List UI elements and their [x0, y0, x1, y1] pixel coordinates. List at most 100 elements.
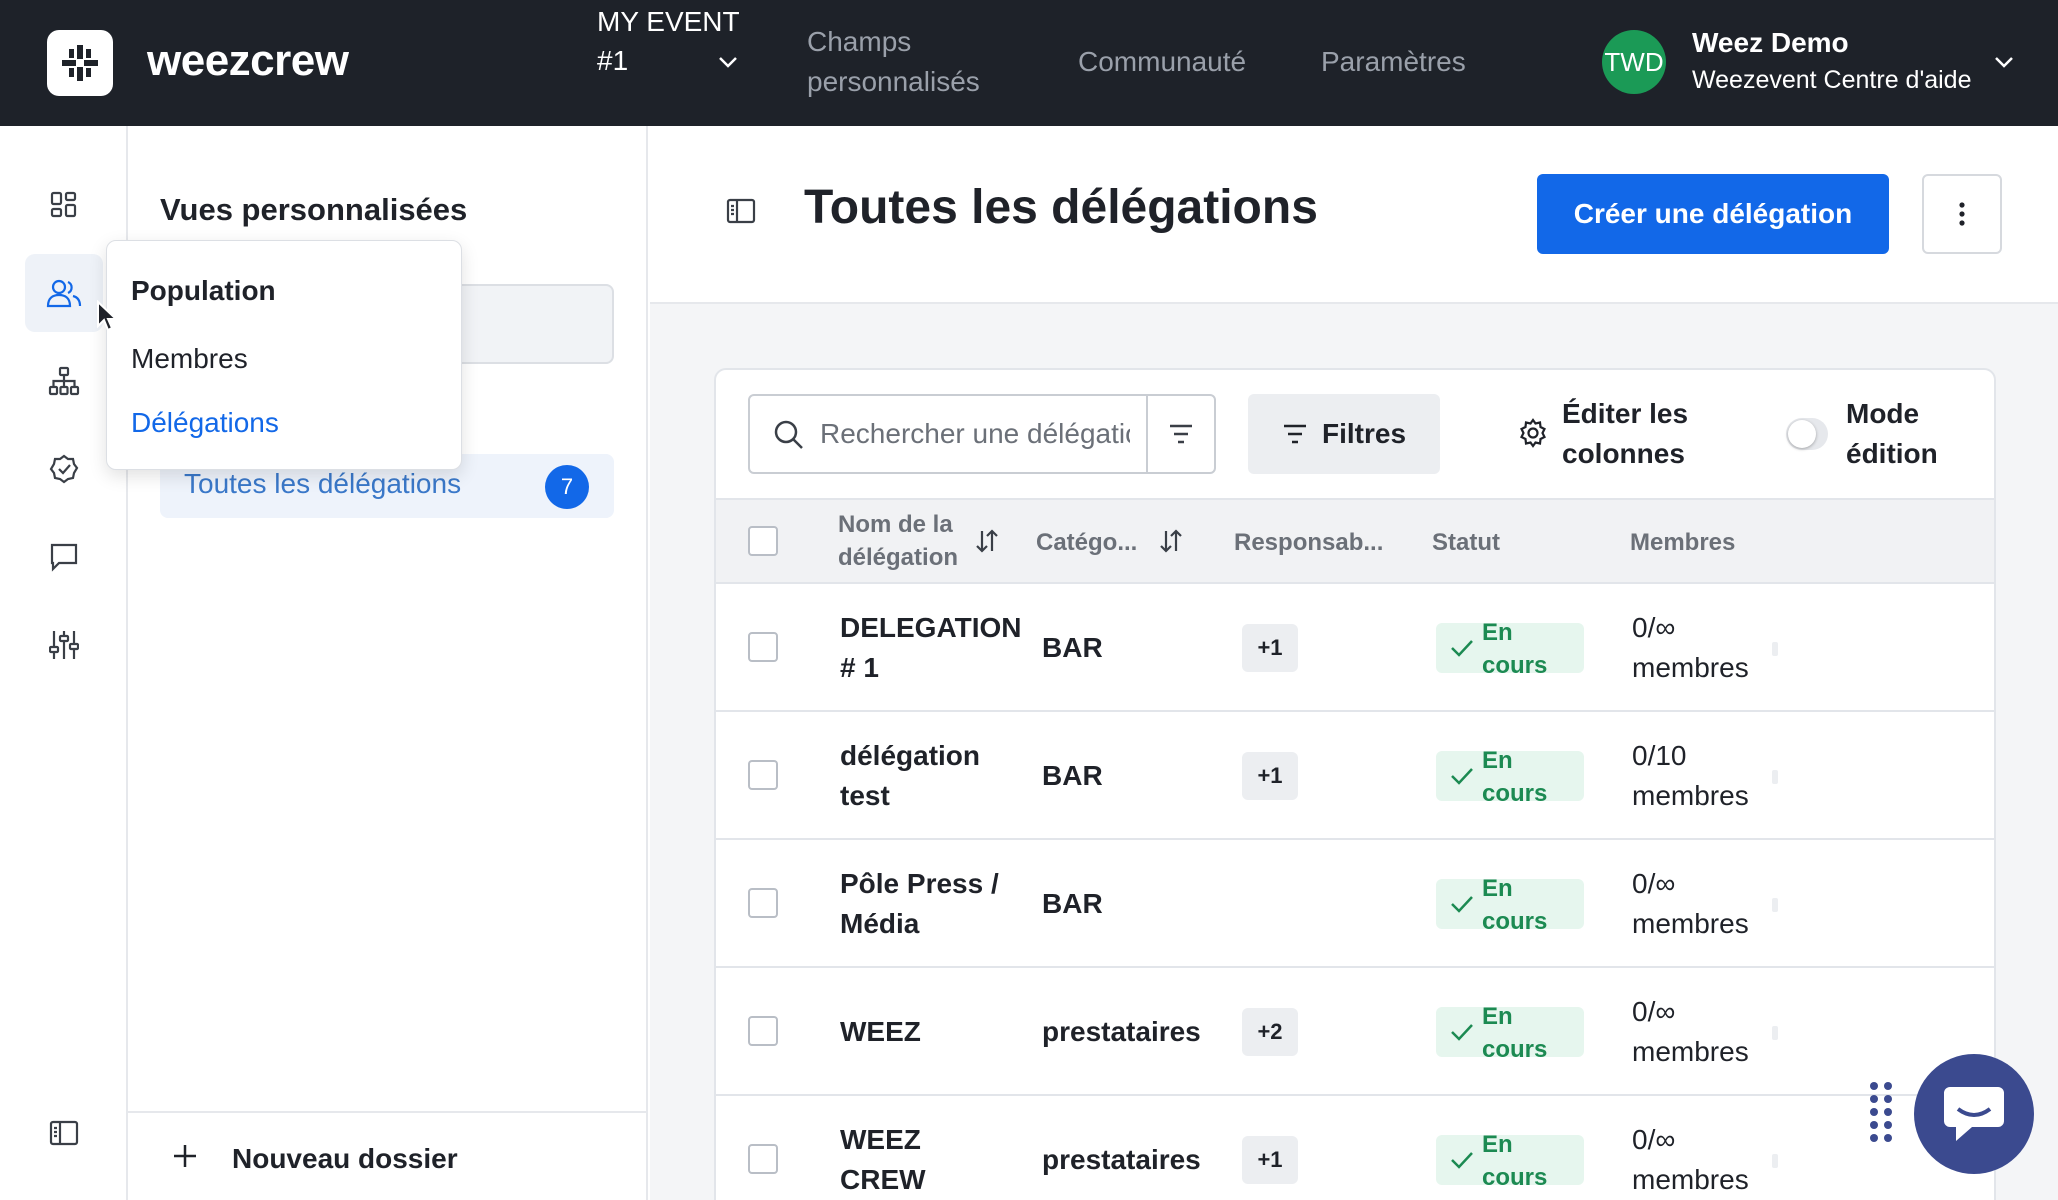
sort-arrows-icon[interactable] — [974, 528, 1000, 554]
panel-toggle-icon — [49, 1120, 79, 1146]
select-all-checkbox[interactable] — [748, 526, 778, 556]
page-title: Toutes les délégations — [804, 181, 1318, 234]
check-icon — [1451, 1024, 1473, 1041]
views-footer: Nouveau dossier — [128, 1111, 646, 1200]
filters-label: Filtres — [1321, 418, 1407, 449]
chevron-down-icon[interactable] — [1992, 50, 2016, 74]
view-item-label: Toutes les délégations — [184, 468, 462, 499]
create-delegation-button[interactable]: Créer une délégation — [1537, 174, 1889, 254]
edit-columns-label: Éditer les colonnes — [1562, 398, 1689, 469]
delegation-name[interactable]: WEEZ CREW — [840, 1120, 960, 1200]
column-header-name[interactable]: Nom de la délégation — [838, 508, 968, 574]
menu-item-membres[interactable]: Membres — [131, 343, 248, 375]
more-vertical-icon — [1959, 202, 1965, 226]
delegation-name[interactable]: Pôle Press / Média — [840, 864, 1020, 944]
column-header-category[interactable]: Catégo... — [1036, 526, 1137, 559]
table-row[interactable]: délégation test BAR +1 En cours 0/10 mem… — [716, 712, 1994, 840]
support-chat-button[interactable] — [1914, 1054, 2034, 1174]
members-count: 0/∞ membres — [1632, 868, 1749, 939]
chat-icon — [50, 543, 78, 572]
brand-name: weezcrew — [147, 36, 349, 85]
row-checkbox[interactable] — [748, 760, 778, 790]
rail-validation[interactable] — [25, 430, 103, 508]
table-row[interactable]: WEEZ CREW prestataires +1 En cours 0/∞ m… — [716, 1096, 1994, 1200]
nav-champs-personnalises[interactable]: Champs personnalisés — [807, 22, 1007, 102]
edit-columns-button[interactable]: Éditer les colonnes — [1518, 394, 1708, 474]
avatar[interactable]: TWD — [1602, 30, 1666, 94]
rail-dashboard[interactable] — [25, 166, 103, 244]
rail-collapse[interactable] — [25, 1094, 103, 1172]
column-header-status[interactable]: Statut — [1432, 526, 1500, 559]
delegations-table-card: Filtres Éditer les colonnes Mode édition… — [714, 368, 1996, 1200]
nav-communaute[interactable]: Communauté — [1078, 42, 1246, 82]
row-checkbox[interactable] — [748, 888, 778, 918]
rail-population[interactable] — [25, 254, 103, 332]
chevron-down-icon[interactable] — [716, 50, 740, 74]
popup-title: Population — [131, 275, 276, 306]
search-field[interactable] — [748, 394, 1148, 474]
sort-arrows-icon[interactable] — [1158, 528, 1184, 554]
responsible-badge[interactable]: +1 — [1242, 1136, 1298, 1184]
user-name[interactable]: Weez Demo — [1692, 27, 1849, 59]
progress-tick — [1772, 898, 1778, 912]
main-content: Toutes les délégations Créer une délégat… — [650, 126, 2058, 1200]
sort-button[interactable] — [1146, 394, 1216, 474]
row-checkbox[interactable] — [748, 632, 778, 662]
progress-tick — [1772, 642, 1778, 656]
filters-button[interactable]: Filtres — [1248, 394, 1440, 474]
organization-icon — [48, 366, 80, 396]
members-count: 0/10 membres — [1632, 740, 1749, 811]
table-row[interactable]: WEEZ prestataires +2 En cours 0/∞ membre… — [716, 968, 1994, 1096]
column-header-responsible[interactable]: Responsab... — [1234, 526, 1383, 559]
delegation-name[interactable]: WEEZ — [840, 1012, 1020, 1052]
row-checkbox[interactable] — [748, 1016, 778, 1046]
menu-item-delegations[interactable]: Délégations — [131, 407, 279, 439]
delegation-category: BAR — [1042, 888, 1103, 919]
search-icon — [774, 420, 803, 449]
toggle-knob — [1788, 420, 1816, 448]
check-icon — [1451, 640, 1473, 657]
weezcrew-logo-icon[interactable] — [47, 30, 113, 96]
edit-mode-toggle[interactable]: Mode édition — [1786, 394, 1986, 474]
edit-mode-label: Mode édition — [1846, 398, 1938, 469]
rail-messages[interactable] — [25, 518, 103, 596]
responsible-badge[interactable]: +1 — [1242, 752, 1298, 800]
members-count: 0/∞ membres — [1632, 996, 1749, 1067]
status-label: En cours — [1482, 1003, 1548, 1063]
delegation-category: BAR — [1042, 632, 1103, 663]
responsible-badge[interactable]: +1 — [1242, 624, 1298, 672]
column-header-members[interactable]: Membres — [1630, 526, 1735, 559]
progress-tick — [1772, 1154, 1778, 1168]
filter-icon — [1283, 424, 1306, 444]
nav-parametres[interactable]: Paramètres — [1321, 42, 1466, 82]
toggle-sidebar-icon[interactable] — [726, 198, 756, 224]
status-badge: En cours — [1436, 1131, 1584, 1191]
progress-tick — [1772, 770, 1778, 784]
toggle-switch[interactable] — [1786, 418, 1828, 450]
delegation-name[interactable]: délégation test — [840, 736, 1020, 816]
table-row[interactable]: DELEGATION # 1 BAR +1 En cours 0/∞ membr… — [716, 584, 1994, 712]
progress-tick — [1772, 1026, 1778, 1040]
status-label: En cours — [1482, 619, 1548, 679]
drag-handle-icon[interactable] — [1868, 1080, 1894, 1146]
new-folder-button[interactable]: Nouveau dossier — [232, 1143, 458, 1175]
user-organization[interactable]: Weezevent Centre d'aide — [1692, 66, 1971, 95]
plus-icon[interactable] — [170, 1141, 200, 1171]
check-icon — [1451, 1152, 1473, 1169]
check-circle-icon — [49, 454, 79, 484]
check-icon — [1451, 768, 1473, 785]
rail-settings[interactable] — [25, 606, 103, 684]
row-checkbox[interactable] — [748, 1144, 778, 1174]
population-icon — [46, 279, 82, 308]
status-badge: En cours — [1436, 1003, 1584, 1063]
rail-organization[interactable] — [25, 342, 103, 420]
more-options-button[interactable] — [1922, 174, 2002, 254]
search-input[interactable] — [820, 414, 1130, 454]
status-label: En cours — [1482, 875, 1548, 935]
status-badge: En cours — [1436, 875, 1584, 935]
responsible-badge[interactable]: +2 — [1242, 1008, 1298, 1056]
delegation-name[interactable]: DELEGATION # 1 — [840, 608, 1021, 688]
top-bar: weezcrew MY EVENT #1 Champs personnalisé… — [0, 0, 2058, 126]
table-row[interactable]: Pôle Press / Média BAR En cours 0/∞ memb… — [716, 840, 1994, 968]
delegation-category: prestataires — [1042, 1016, 1201, 1047]
